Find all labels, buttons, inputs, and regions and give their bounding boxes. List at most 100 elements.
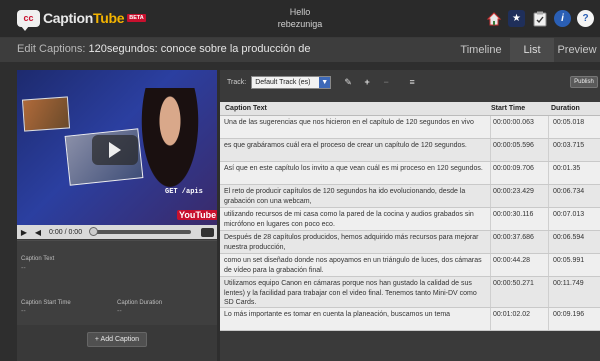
track-select[interactable]: Default Track (es) ▼ [251, 75, 332, 89]
clipboard-icon[interactable] [531, 10, 548, 27]
time-readout: 0:00 / 0:00 [49, 228, 83, 236]
caption-text-cell: Una de las sugerencias que nos hicieron … [220, 116, 491, 138]
youtube-logo: YouTube [177, 210, 217, 220]
table-row[interactable]: utilizando recursos de mi casa como la p… [220, 208, 600, 231]
table-row[interactable]: Una de las sugerencias que nos hicieron … [220, 116, 600, 139]
add-caption-button[interactable]: + Add Caption [87, 332, 147, 347]
table-row[interactable]: Utilizamos equipo Canon en cámaras porqu… [220, 277, 600, 308]
video-title: 120segundos: conoce sobre la producción … [88, 43, 311, 55]
table-body: Una de las sugerencias que nos hicieron … [220, 116, 600, 331]
track-label: Track: [227, 78, 247, 86]
duration-cell: 00:06.734 [553, 188, 585, 195]
caption-toolbar: Track: Default Track (es) ▼ ✎ + − ≡ Publ… [220, 70, 600, 94]
caption-text-cell: Después de 28 capítulos producidos, hemo… [220, 231, 491, 253]
table-row[interactable]: Después de 28 capítulos producidos, hemo… [220, 231, 600, 254]
player-controls: ▶ ◀ 0:00 / 0:00 [17, 225, 217, 239]
duration-cell: 00:06.594 [553, 234, 585, 241]
start-time-cell: 00:00:00.063 [491, 116, 549, 138]
duration-cell: 00:03.715 [553, 142, 585, 149]
table-row[interactable]: es que grabáramos cuál era el proceso de… [220, 139, 600, 162]
start-time-cell: 00:00:05.596 [491, 139, 549, 161]
caption-text-cell: es que grabáramos cuál era el proceso de… [220, 139, 491, 161]
caption-text-cell: Lo más importante es tomar en cuenta la … [220, 308, 491, 330]
youtube-watermark: YouTube [177, 210, 217, 220]
duration-label: Caption Duration [117, 300, 163, 306]
star-icon[interactable]: ★ [508, 10, 525, 27]
tab-timeline[interactable]: Timeline [455, 38, 507, 62]
title-bar: Edit Captions: 120segundos: conoce sobre… [0, 38, 600, 62]
table-row[interactable]: Lo más importante es tomar en cuenta la … [220, 308, 600, 331]
caption-list-panel: Track: Default Track (es) ▼ ✎ + − ≡ Publ… [220, 70, 600, 361]
caption-text-cell: como un set diseñado donde nos apoyamos … [220, 254, 491, 276]
caption-text-value[interactable]: -- [21, 265, 26, 272]
chevron-down-icon: ▼ [319, 76, 331, 88]
duration-value[interactable]: -- [117, 308, 122, 315]
column-header-start-time[interactable]: Start Time [491, 105, 549, 112]
duration-cell: 00:07.013 [553, 211, 585, 218]
start-time-value[interactable]: -- [21, 308, 26, 315]
duration-cell: 00:09.196 [553, 311, 585, 318]
caption-fields: Caption Text -- Caption Start Time -- Ca… [17, 240, 217, 325]
volume-icon[interactable]: ◀ [31, 225, 45, 239]
edit-pencil-icon[interactable]: ✎ [343, 77, 353, 87]
home-icon[interactable] [485, 10, 502, 27]
start-time-label: Caption Start Time [21, 300, 71, 306]
table-row[interactable]: El reto de producir capítulos de 120 seg… [220, 185, 600, 208]
page-title: Edit Captions: 120segundos: conoce sobre… [17, 43, 437, 55]
fullscreen-icon[interactable] [201, 227, 214, 237]
top-bar: cc CaptionTube BETA Hello rebezuniga ★ i… [0, 0, 600, 38]
logo-text: CaptionTube [43, 10, 125, 26]
logo-text-caption: Caption [43, 10, 94, 26]
start-time-cell: 00:00:23.429 [491, 185, 549, 207]
column-header-duration[interactable]: Duration [549, 105, 600, 112]
duration-cell: 00:01.35 [553, 165, 581, 172]
duration-cell: 00:11.749 [553, 280, 584, 287]
start-time-cell: 00:00:50.271 [491, 277, 549, 307]
greeting: Hello rebezuniga [250, 6, 350, 30]
publish-button[interactable]: Publish [570, 76, 598, 88]
start-time-cell: 00:01:02.02 [491, 308, 549, 330]
start-time-cell: 00:00:30.116 [491, 208, 549, 230]
table-row[interactable]: Así que en este capítulo los invito a qu… [220, 162, 600, 185]
caption-text-cell: Utilizamos equipo Canon en cámaras porqu… [220, 277, 491, 307]
table-header: Caption Text Start Time Duration [220, 102, 600, 116]
help-icon[interactable]: ? [577, 10, 594, 27]
video-panel: GET /apis YouTube ▶ ◀ 0:00 / 0:00 Captio… [17, 70, 217, 361]
logo[interactable]: cc CaptionTube BETA [17, 8, 146, 31]
video-overlay-text: GET /apis [165, 188, 203, 196]
app-window: cc CaptionTube BETA Hello rebezuniga ★ i… [0, 0, 600, 361]
tab-preview[interactable]: Preview [554, 38, 600, 62]
seek-bar[interactable] [89, 227, 191, 236]
caption-table: Caption Text Start Time Duration Una de … [220, 102, 600, 331]
settings-sliders-icon[interactable]: ≡ [407, 77, 417, 87]
video-photo-thumbnail [21, 96, 71, 132]
start-time-cell: 00:00:09.706 [491, 162, 549, 184]
video-player[interactable]: GET /apis YouTube [17, 70, 217, 225]
column-header-caption-text[interactable]: Caption Text [220, 105, 491, 112]
tab-list[interactable]: List [510, 38, 554, 62]
caption-text-cell: El reto de producir capítulos de 120 seg… [220, 185, 491, 207]
start-time-cell: 00:00:37.686 [491, 231, 549, 253]
username[interactable]: rebezuniga [250, 18, 350, 30]
logo-text-tube: Tube [93, 10, 125, 26]
add-icon[interactable]: + [362, 77, 372, 87]
duration-cell: 00:05.018 [553, 119, 585, 126]
logo-bubble-icon: cc [17, 9, 40, 31]
seek-handle[interactable] [89, 227, 98, 236]
info-icon[interactable]: i [554, 10, 571, 27]
duration-cell: 00:05.991 [553, 257, 585, 264]
page-title-prefix: Edit Captions: [17, 43, 86, 55]
video-presenter [137, 88, 203, 198]
play-overlay-button[interactable] [92, 135, 138, 165]
top-icons: ★ i ? [485, 10, 594, 27]
greeting-text: Hello [289, 7, 311, 17]
caption-text-cell: Así que en este capítulo los invito a qu… [220, 162, 491, 184]
remove-icon[interactable]: − [381, 77, 391, 87]
beta-badge: BETA [127, 14, 146, 22]
play-icon[interactable]: ▶ [17, 225, 31, 239]
start-time-cell: 00:00:44.28 [491, 254, 549, 276]
table-row[interactable]: como un set diseñado donde nos apoyamos … [220, 254, 600, 277]
caption-text-label: Caption Text [21, 256, 55, 262]
caption-text-cell: utilizando recursos de mi casa como la p… [220, 208, 491, 230]
track-select-value: Default Track (es) [255, 78, 311, 86]
